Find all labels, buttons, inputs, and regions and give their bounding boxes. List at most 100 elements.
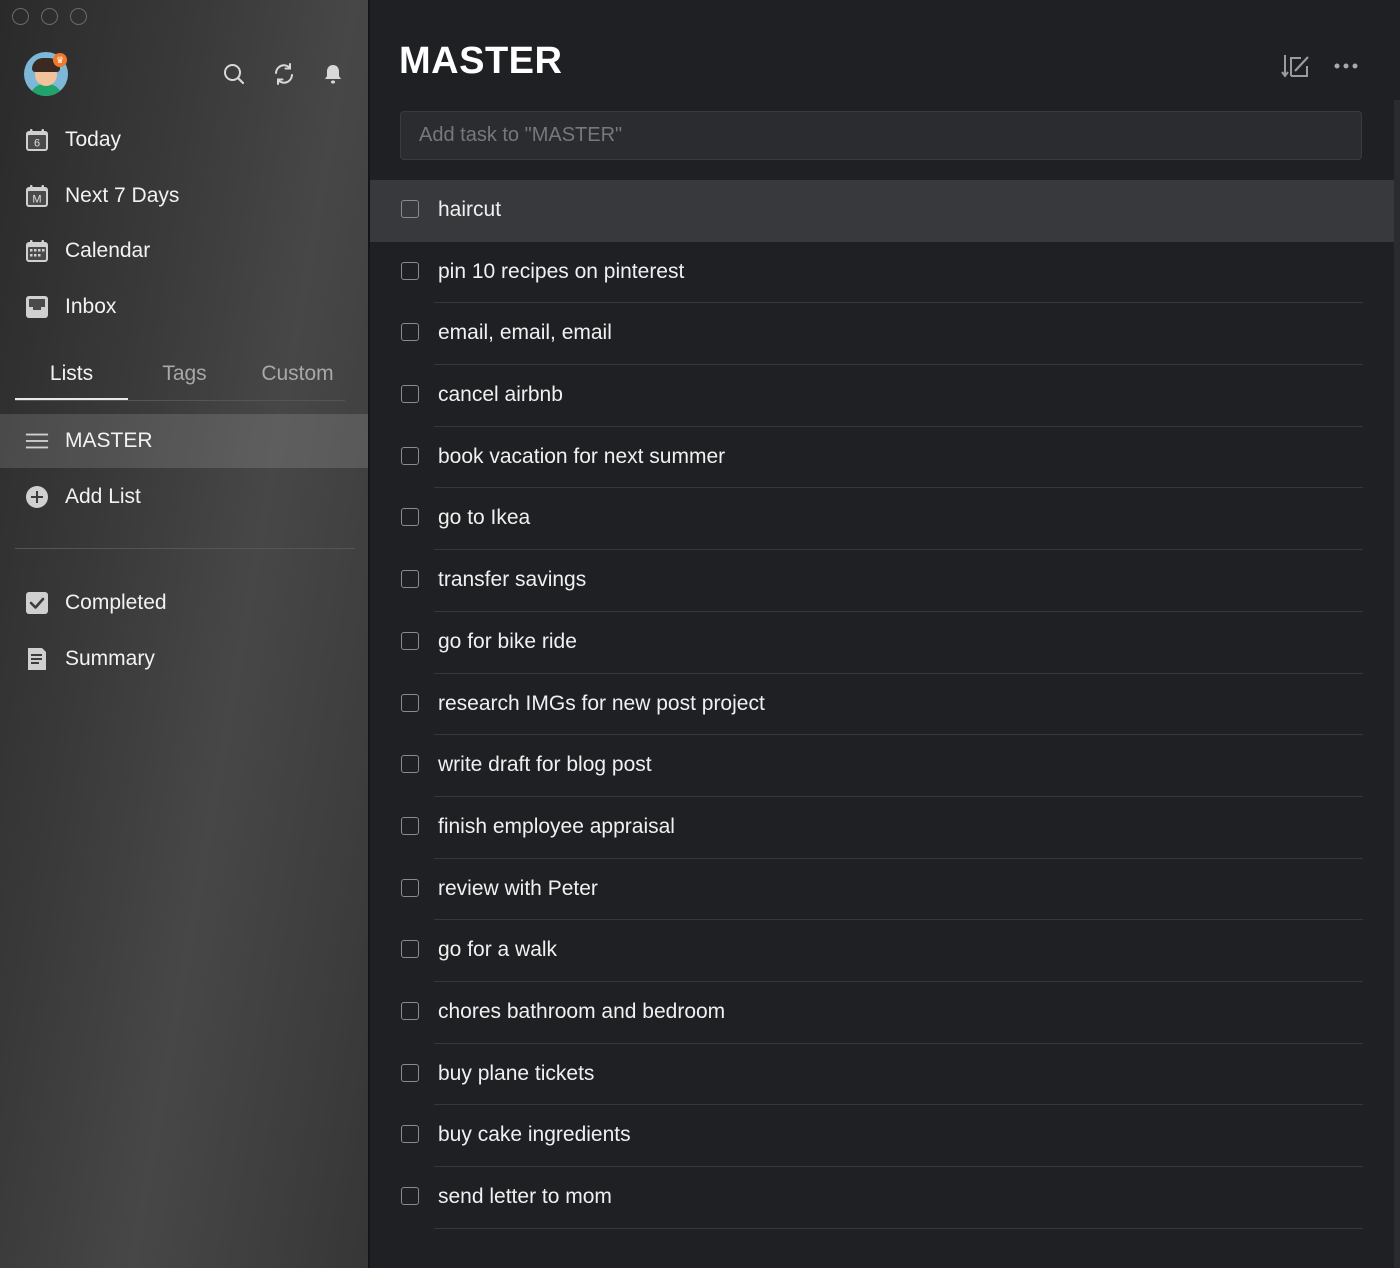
task-row[interactable]: book vacation for next summer xyxy=(370,427,1394,489)
task-title[interactable]: go for bike ride xyxy=(438,630,577,654)
calendar-week-icon: M xyxy=(25,184,49,208)
task-checkbox[interactable] xyxy=(401,1187,419,1205)
more-options-button[interactable] xyxy=(1330,50,1362,82)
window-controls xyxy=(12,8,87,25)
task-title[interactable]: transfer savings xyxy=(438,568,586,592)
page-title: MASTER xyxy=(399,40,563,82)
sort-edit-icon xyxy=(1281,55,1309,78)
add-list-button[interactable]: Add List xyxy=(0,472,368,522)
sync-button[interactable] xyxy=(270,60,298,88)
nav-today[interactable]: 6 Today xyxy=(0,115,368,165)
sidebar-item-summary[interactable]: Summary xyxy=(0,634,368,684)
more-icon xyxy=(1334,63,1358,69)
task-checkbox[interactable] xyxy=(401,508,419,527)
task-checkbox[interactable] xyxy=(401,1001,419,1020)
calendar-today-icon: 6 xyxy=(25,128,49,152)
tab-tags[interactable]: Tags xyxy=(128,350,241,398)
task-title[interactable]: go to Ikea xyxy=(438,506,530,530)
sidebar-item-completed[interactable]: Completed xyxy=(0,578,368,628)
nav-next-7-days-label: Next 7 Days xyxy=(65,184,180,207)
task-title[interactable]: book vacation for next summer xyxy=(438,445,725,469)
scrollbar-track[interactable] xyxy=(1394,100,1400,1268)
task-row[interactable]: go for a walk xyxy=(370,920,1394,982)
task-checkbox[interactable] xyxy=(401,385,419,404)
nav-inbox-label: Inbox xyxy=(65,295,117,318)
task-checkbox[interactable] xyxy=(401,693,419,712)
tab-custom[interactable]: Custom xyxy=(241,350,354,398)
task-checkbox[interactable] xyxy=(401,1125,419,1144)
task-checkbox[interactable] xyxy=(401,755,419,774)
task-row[interactable]: write draft for blog post xyxy=(370,735,1394,797)
calendar-grid-icon xyxy=(25,239,49,263)
task-checkbox[interactable] xyxy=(401,446,419,465)
sidebar-item-completed-label: Completed xyxy=(65,591,167,614)
task-title[interactable]: cancel airbnb xyxy=(438,383,563,407)
task-title[interactable]: finish employee appraisal xyxy=(438,815,675,839)
add-list-label: Add List xyxy=(65,485,141,508)
search-icon xyxy=(224,64,245,85)
main-panel: MASTER haircut pin 10 recipes on pinteres… xyxy=(370,0,1400,1268)
task-row[interactable]: email, email, email xyxy=(370,303,1394,366)
task-title[interactable]: email, email, email xyxy=(438,321,612,345)
task-title[interactable]: go for a walk xyxy=(438,938,557,962)
task-checkbox[interactable] xyxy=(401,816,419,835)
task-checkbox[interactable] xyxy=(401,631,419,650)
task-row[interactable]: finish employee appraisal xyxy=(370,797,1394,859)
bell-icon xyxy=(325,65,341,84)
inbox-icon xyxy=(25,295,49,319)
svg-text:M: M xyxy=(32,194,41,206)
task-row[interactable]: transfer savings xyxy=(370,550,1394,612)
zoom-window-button[interactable] xyxy=(70,8,87,25)
nav-inbox[interactable]: Inbox xyxy=(0,282,368,332)
task-row[interactable]: pin 10 recipes on pinterest xyxy=(370,242,1394,304)
minimize-window-button[interactable] xyxy=(41,8,58,25)
nav-today-label: Today xyxy=(65,128,122,151)
task-title[interactable]: buy plane tickets xyxy=(438,1062,594,1086)
task-row[interactable]: review with Peter xyxy=(370,859,1394,921)
add-task-input[interactable] xyxy=(400,111,1362,160)
task-title[interactable]: haircut xyxy=(438,198,501,222)
task-title[interactable]: research IMGs for new post project xyxy=(438,692,765,716)
task-checkbox[interactable] xyxy=(401,261,419,280)
task-title[interactable]: write draft for blog post xyxy=(438,753,652,777)
app-window: ♛ 6 Today M Next 7 Days Calendar Inbox L… xyxy=(0,0,1400,1268)
task-row[interactable]: send letter to mom xyxy=(370,1167,1394,1229)
task-checkbox[interactable] xyxy=(401,570,419,589)
svg-text:6: 6 xyxy=(34,138,40,150)
task-row[interactable]: research IMGs for new post project xyxy=(370,674,1394,736)
sidebar-item-master[interactable]: MASTER xyxy=(0,414,368,468)
crown-icon: ♛ xyxy=(53,53,67,67)
task-title[interactable]: chores bathroom and bedroom xyxy=(438,1000,725,1024)
sidebar-tabs: Lists Tags Custom xyxy=(15,350,345,401)
notifications-button[interactable] xyxy=(319,60,347,88)
task-checkbox[interactable] xyxy=(401,323,419,342)
task-checkbox[interactable] xyxy=(401,1063,419,1082)
task-row[interactable]: go to Ikea xyxy=(370,488,1394,551)
nav-calendar[interactable]: Calendar xyxy=(0,226,368,276)
nav-next-7-days[interactable]: M Next 7 Days xyxy=(0,171,368,221)
task-row[interactable]: buy cake ingredients xyxy=(370,1105,1394,1167)
task-title[interactable]: pin 10 recipes on pinterest xyxy=(438,260,684,284)
task-row[interactable]: cancel airbnb xyxy=(370,365,1394,427)
task-row[interactable]: buy plane tickets xyxy=(370,1044,1394,1106)
document-icon xyxy=(25,647,49,671)
task-checkbox[interactable] xyxy=(401,200,419,218)
sidebar-divider xyxy=(15,548,355,549)
task-separator xyxy=(434,1227,1363,1229)
task-checkbox[interactable] xyxy=(401,878,419,897)
sort-edit-button[interactable] xyxy=(1280,50,1312,82)
sync-icon xyxy=(275,63,293,85)
close-window-button[interactable] xyxy=(12,8,29,25)
task-title[interactable]: buy cake ingredients xyxy=(438,1123,631,1147)
task-row[interactable]: go for bike ride xyxy=(370,612,1394,674)
task-title[interactable]: review with Peter xyxy=(438,877,598,901)
sidebar: ♛ 6 Today M Next 7 Days Calendar Inbox L… xyxy=(0,0,370,1268)
tab-lists[interactable]: Lists xyxy=(15,350,128,400)
task-list: haircut pin 10 recipes on pinterest email,… xyxy=(370,180,1394,1229)
task-title[interactable]: send letter to mom xyxy=(438,1185,612,1209)
task-checkbox[interactable] xyxy=(401,940,419,959)
nav-calendar-label: Calendar xyxy=(65,239,151,262)
task-row[interactable]: chores bathroom and bedroom xyxy=(370,982,1394,1044)
task-row[interactable]: haircut xyxy=(370,180,1394,242)
search-button[interactable] xyxy=(220,60,248,88)
